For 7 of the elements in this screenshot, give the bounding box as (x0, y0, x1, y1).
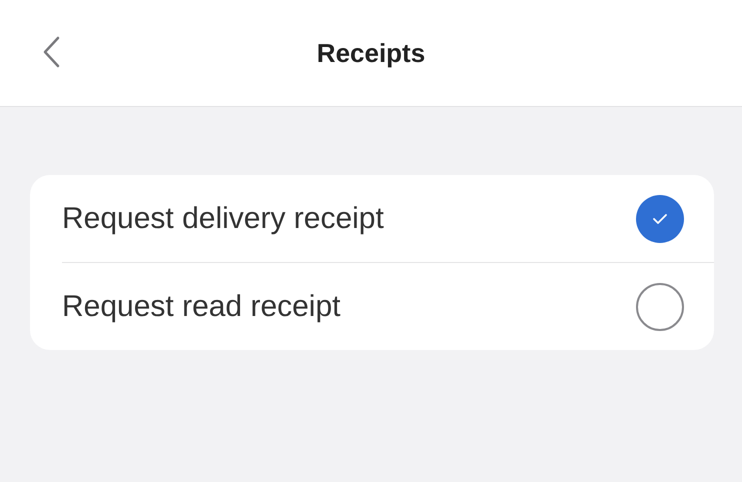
back-icon (42, 36, 60, 68)
page-title: Receipts (316, 36, 426, 70)
radio-button[interactable] (636, 194, 684, 242)
option-label: Request read receipt (62, 289, 342, 325)
option-label: Request delivery receipt (62, 201, 385, 237)
radio-button[interactable] (636, 282, 684, 330)
checkmark-icon (652, 212, 668, 224)
